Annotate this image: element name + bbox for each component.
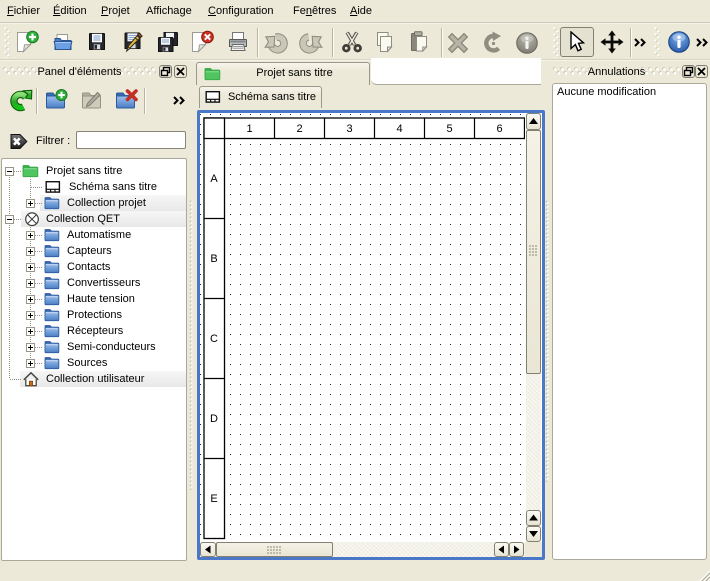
svg-text:A: A [210, 173, 218, 185]
svg-text:4: 4 [396, 123, 402, 135]
svg-text:6: 6 [496, 123, 502, 135]
svg-text:B: B [210, 253, 217, 265]
svg-text:D: D [210, 413, 218, 425]
svg-text:5: 5 [446, 123, 452, 135]
svg-text:2: 2 [296, 123, 302, 135]
svg-text:C: C [210, 333, 218, 345]
svg-text:3: 3 [346, 123, 352, 135]
svg-text:1: 1 [246, 123, 252, 135]
svg-text:E: E [210, 493, 217, 505]
